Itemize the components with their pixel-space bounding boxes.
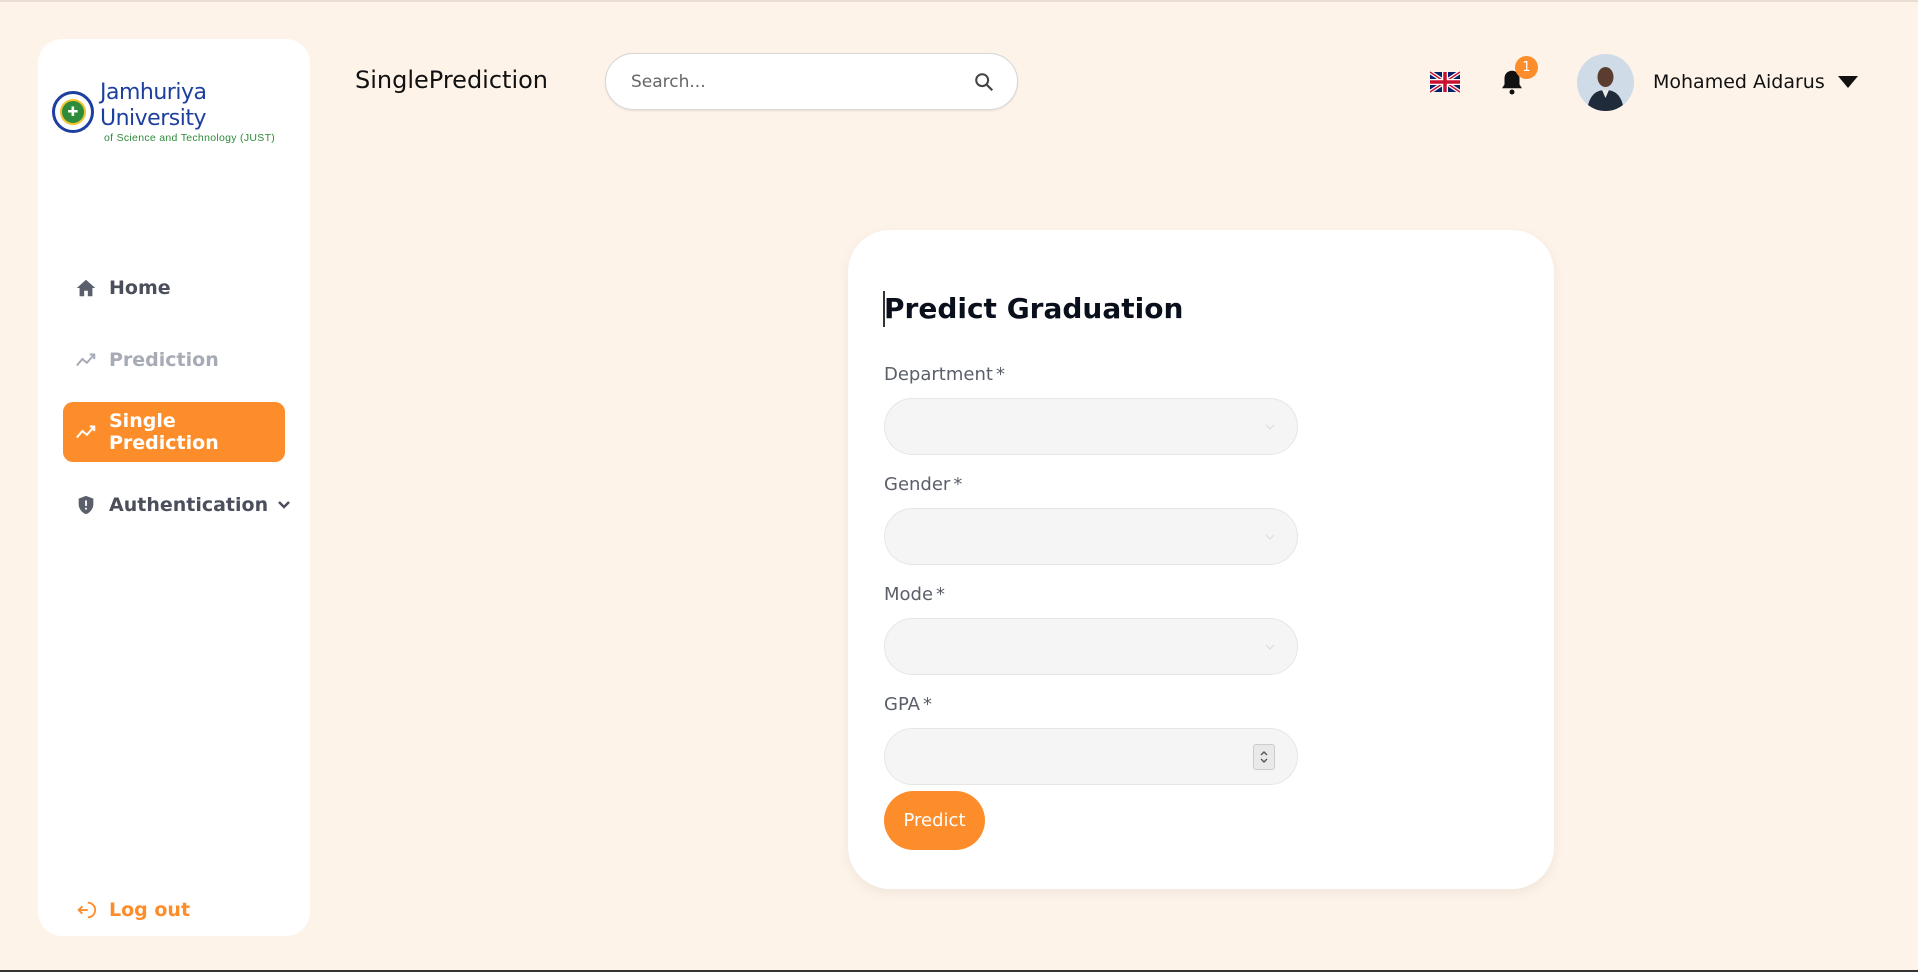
- prediction-form-card: Predict Graduation Department * Gender * M…: [848, 230, 1554, 889]
- department-label: Department *: [884, 364, 1005, 385]
- sidebar-item-label: Prediction: [109, 349, 219, 371]
- sidebar-item-label: Home: [109, 277, 171, 299]
- sidebar-item-authentication[interactable]: Authentication: [63, 475, 290, 535]
- notification-badge: 1: [1515, 56, 1538, 79]
- top-border: [0, 0, 1918, 2]
- sidebar-item-label: Authentication: [109, 494, 269, 516]
- logo-name: Jamhuriya University: [100, 79, 207, 131]
- search-bar[interactable]: [605, 53, 1018, 110]
- gpa-label: GPA *: [884, 694, 932, 715]
- user-name[interactable]: Mohamed Aidarus: [1653, 71, 1825, 93]
- logout-icon: [77, 901, 97, 919]
- caret-down-icon[interactable]: [1837, 74, 1859, 90]
- logout-button[interactable]: Log out: [63, 880, 285, 940]
- university-emblem-icon: ✚: [52, 90, 94, 133]
- mode-label: Mode *: [884, 584, 946, 605]
- gender-label: Gender *: [884, 474, 963, 495]
- dropdown-arrow-icon: [1265, 534, 1275, 540]
- spinner-arrows-icon: [1260, 750, 1268, 763]
- sidebar: ✚ Jamhuriya University of Science and Te…: [38, 39, 310, 936]
- university-logo[interactable]: ✚ Jamhuriya University of Science and Te…: [52, 80, 300, 144]
- dropdown-arrow-icon: [1265, 644, 1275, 650]
- sidebar-item-single-prediction[interactable]: Single Prediction: [63, 402, 285, 462]
- logout-label: Log out: [109, 899, 191, 921]
- shield-icon: [78, 495, 94, 515]
- trend-icon: [76, 425, 96, 439]
- logo-subtitle: of Science and Technology (JUST): [104, 131, 276, 144]
- predict-button[interactable]: Predict: [884, 791, 985, 850]
- page-title: SinglePrediction: [355, 66, 549, 94]
- form-title: Predict Graduation: [884, 292, 1184, 325]
- department-select[interactable]: [884, 398, 1298, 455]
- chevron-down-icon: [278, 501, 290, 509]
- number-spinner[interactable]: [1253, 743, 1275, 770]
- trend-icon: [76, 353, 96, 367]
- search-icon[interactable]: [973, 71, 995, 93]
- gpa-input[interactable]: [884, 728, 1298, 785]
- search-input[interactable]: [631, 71, 973, 92]
- sidebar-item-home[interactable]: Home: [63, 258, 285, 318]
- gender-select[interactable]: [884, 508, 1298, 565]
- sidebar-item-label: Single Prediction: [109, 410, 219, 454]
- avatar[interactable]: [1577, 54, 1634, 111]
- home-icon: [76, 279, 96, 297]
- dropdown-arrow-icon: [1265, 424, 1275, 430]
- sidebar-item-prediction[interactable]: Prediction: [63, 330, 285, 390]
- uk-flag-icon[interactable]: [1430, 71, 1460, 93]
- mode-select[interactable]: [884, 618, 1298, 675]
